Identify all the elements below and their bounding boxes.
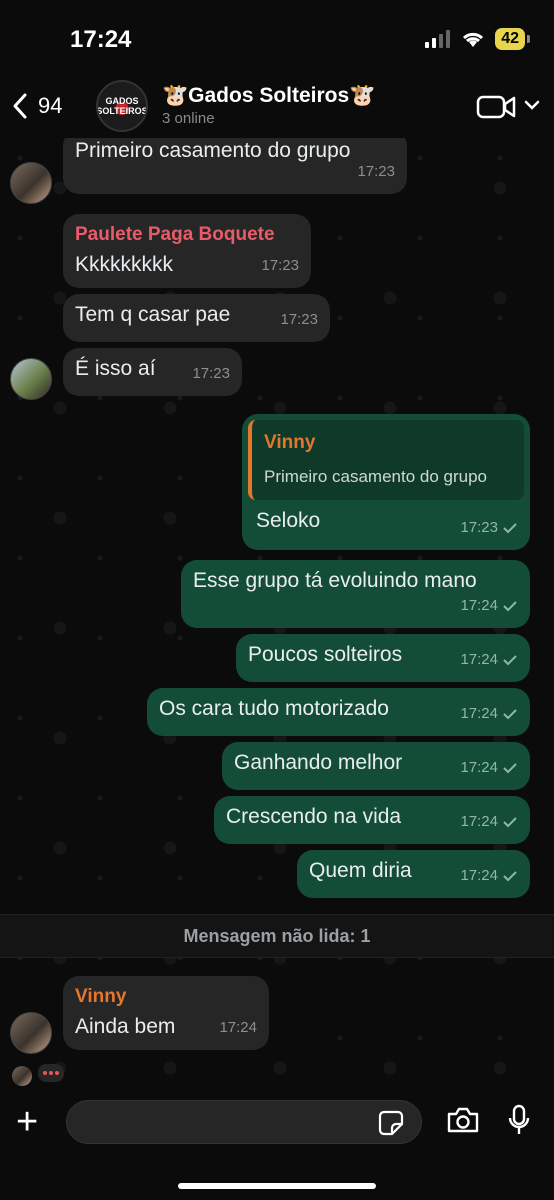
avatar[interactable] — [10, 358, 52, 400]
message-time: 17:24 — [460, 701, 518, 727]
camera-icon[interactable] — [446, 1106, 480, 1134]
message-bubble[interactable]: Esse grupo tá evoluindo mano 17:24 — [181, 560, 530, 628]
message-bubble[interactable]: É isso aí 17:23 — [63, 348, 242, 396]
message-text: Os cara tudo motorizado — [159, 697, 389, 720]
status-bar: 17:24 42 — [0, 0, 554, 80]
status-time: 17:24 — [70, 26, 132, 53]
message-text: Quem diria — [309, 859, 412, 882]
message-bubble[interactable]: Crescendo na vida 17:24 — [214, 796, 530, 844]
check-icon — [503, 601, 517, 612]
message-bubble[interactable]: Tem q casar pae 17:23 — [63, 294, 330, 342]
group-online-status: 3 online — [162, 110, 215, 127]
group-avatar[interactable]: GADOS SOLTEIROS — [96, 80, 148, 132]
status-icons: 42 — [425, 28, 530, 50]
video-call-icon[interactable] — [476, 94, 516, 120]
group-avatar-text: GADOS SOLTEIROS — [96, 96, 148, 116]
message-time: 17:24 — [460, 809, 518, 835]
avatar[interactable] — [10, 162, 52, 204]
message-time-text: 17:24 — [460, 867, 498, 884]
group-title[interactable]: 🐮Gados Solteiros🐮 — [162, 84, 375, 108]
back-button[interactable]: 94 — [12, 92, 62, 120]
message-bubble[interactable]: Os cara tudo motorizado 17:24 — [147, 688, 530, 736]
chat-header: 94 GADOS SOLTEIROS 🐮Gados Solteiros🐮 3 o… — [0, 80, 554, 138]
home-indicator[interactable] — [178, 1183, 376, 1189]
message-time: 17:24 — [460, 593, 518, 619]
sticker-icon[interactable] — [378, 1110, 404, 1136]
message-time-text: 17:24 — [460, 813, 498, 830]
sender-name[interactable]: Vinny — [75, 984, 257, 1010]
microphone-icon[interactable] — [508, 1104, 530, 1136]
chevron-down-icon[interactable] — [524, 98, 540, 112]
battery-nub — [527, 35, 530, 43]
message-text: Crescendo na vida — [226, 805, 402, 828]
plus-icon[interactable]: + — [16, 1103, 38, 1141]
message-time: 17:24 — [219, 1015, 257, 1041]
message-text: Tem q casar pae — [75, 303, 231, 326]
quoted-message[interactable]: Vinny Primeiro casamento do grupo — [248, 420, 524, 500]
avatar[interactable] — [10, 1012, 52, 1054]
message-time: 17:23 — [192, 361, 230, 387]
signal-icon — [425, 30, 451, 48]
message-time-text: 17:24 — [460, 651, 498, 668]
message-time-text: 17:23 — [357, 163, 395, 180]
check-icon — [503, 871, 517, 882]
message-time: 17:24 — [460, 647, 518, 673]
check-icon — [503, 655, 517, 666]
message-bubble-reply[interactable]: Vinny Primeiro casamento do grupo Seloko… — [242, 414, 530, 550]
sender-name[interactable]: Paulete Paga Boquete — [75, 222, 299, 248]
quoted-text: Primeiro casamento do grupo — [264, 467, 488, 486]
message-time: 17:24 — [460, 755, 518, 781]
message-time: 17:23 — [460, 515, 518, 541]
message-time-text: 17:24 — [460, 759, 498, 776]
message-text: Ganhando melhor — [234, 751, 403, 774]
chat-area[interactable]: Primeiro casamento do grupo 17:23 Paulet… — [0, 138, 554, 1090]
unread-count: 94 — [38, 93, 63, 118]
message-bubble[interactable]: Ganhando melhor 17:24 — [222, 742, 530, 790]
message-time: 17:23 — [261, 253, 299, 279]
message-time: 17:23 — [357, 159, 395, 185]
message-time-text: 17:23 — [192, 365, 230, 382]
typing-avatar — [12, 1066, 32, 1086]
unread-divider: Mensagem não lida: 1 — [0, 914, 554, 958]
message-text: Poucos solteiros — [248, 643, 403, 666]
message-text: Kkkkkkkkk — [75, 253, 174, 276]
message-text: Seloko — [256, 509, 321, 532]
message-bubble[interactable]: Paulete Paga Boquete Kkkkkkkkk 17:23 — [63, 214, 311, 288]
wifi-icon — [463, 32, 484, 47]
message-time-text: 17:24 — [460, 705, 498, 722]
composer-bar: + — [0, 1090, 554, 1200]
check-icon — [503, 817, 517, 828]
check-icon — [503, 523, 517, 534]
chevron-left-icon — [13, 93, 27, 119]
message-time-text: 17:23 — [261, 257, 299, 274]
message-time-text: 17:24 — [219, 1019, 257, 1036]
message-bubble[interactable]: Quem diria 17:24 — [297, 850, 530, 898]
message-time-text: 17:23 — [280, 311, 318, 328]
check-icon — [503, 763, 517, 774]
typing-indicator — [38, 1064, 64, 1082]
message-text: Primeiro casamento do grupo — [75, 139, 351, 162]
message-time: 17:23 — [280, 307, 318, 333]
message-text: Ainda bem — [75, 1015, 176, 1038]
battery-indicator: 42 — [495, 28, 525, 50]
message-bubble[interactable]: Vinny Ainda bem 17:24 — [63, 976, 269, 1050]
message-time: 17:24 — [460, 863, 518, 889]
message-bubble[interactable]: Primeiro casamento do grupo 17:23 — [63, 138, 407, 194]
check-icon — [503, 709, 517, 720]
message-text: É isso aí — [75, 357, 156, 380]
message-bubble[interactable]: Poucos solteiros 17:24 — [236, 634, 530, 682]
message-time-text: 17:24 — [460, 597, 498, 614]
quoted-sender: Vinny — [264, 432, 316, 453]
message-time-text: 17:23 — [460, 519, 498, 536]
message-input[interactable] — [66, 1100, 422, 1144]
message-text: Esse grupo tá evoluindo mano — [193, 569, 477, 592]
